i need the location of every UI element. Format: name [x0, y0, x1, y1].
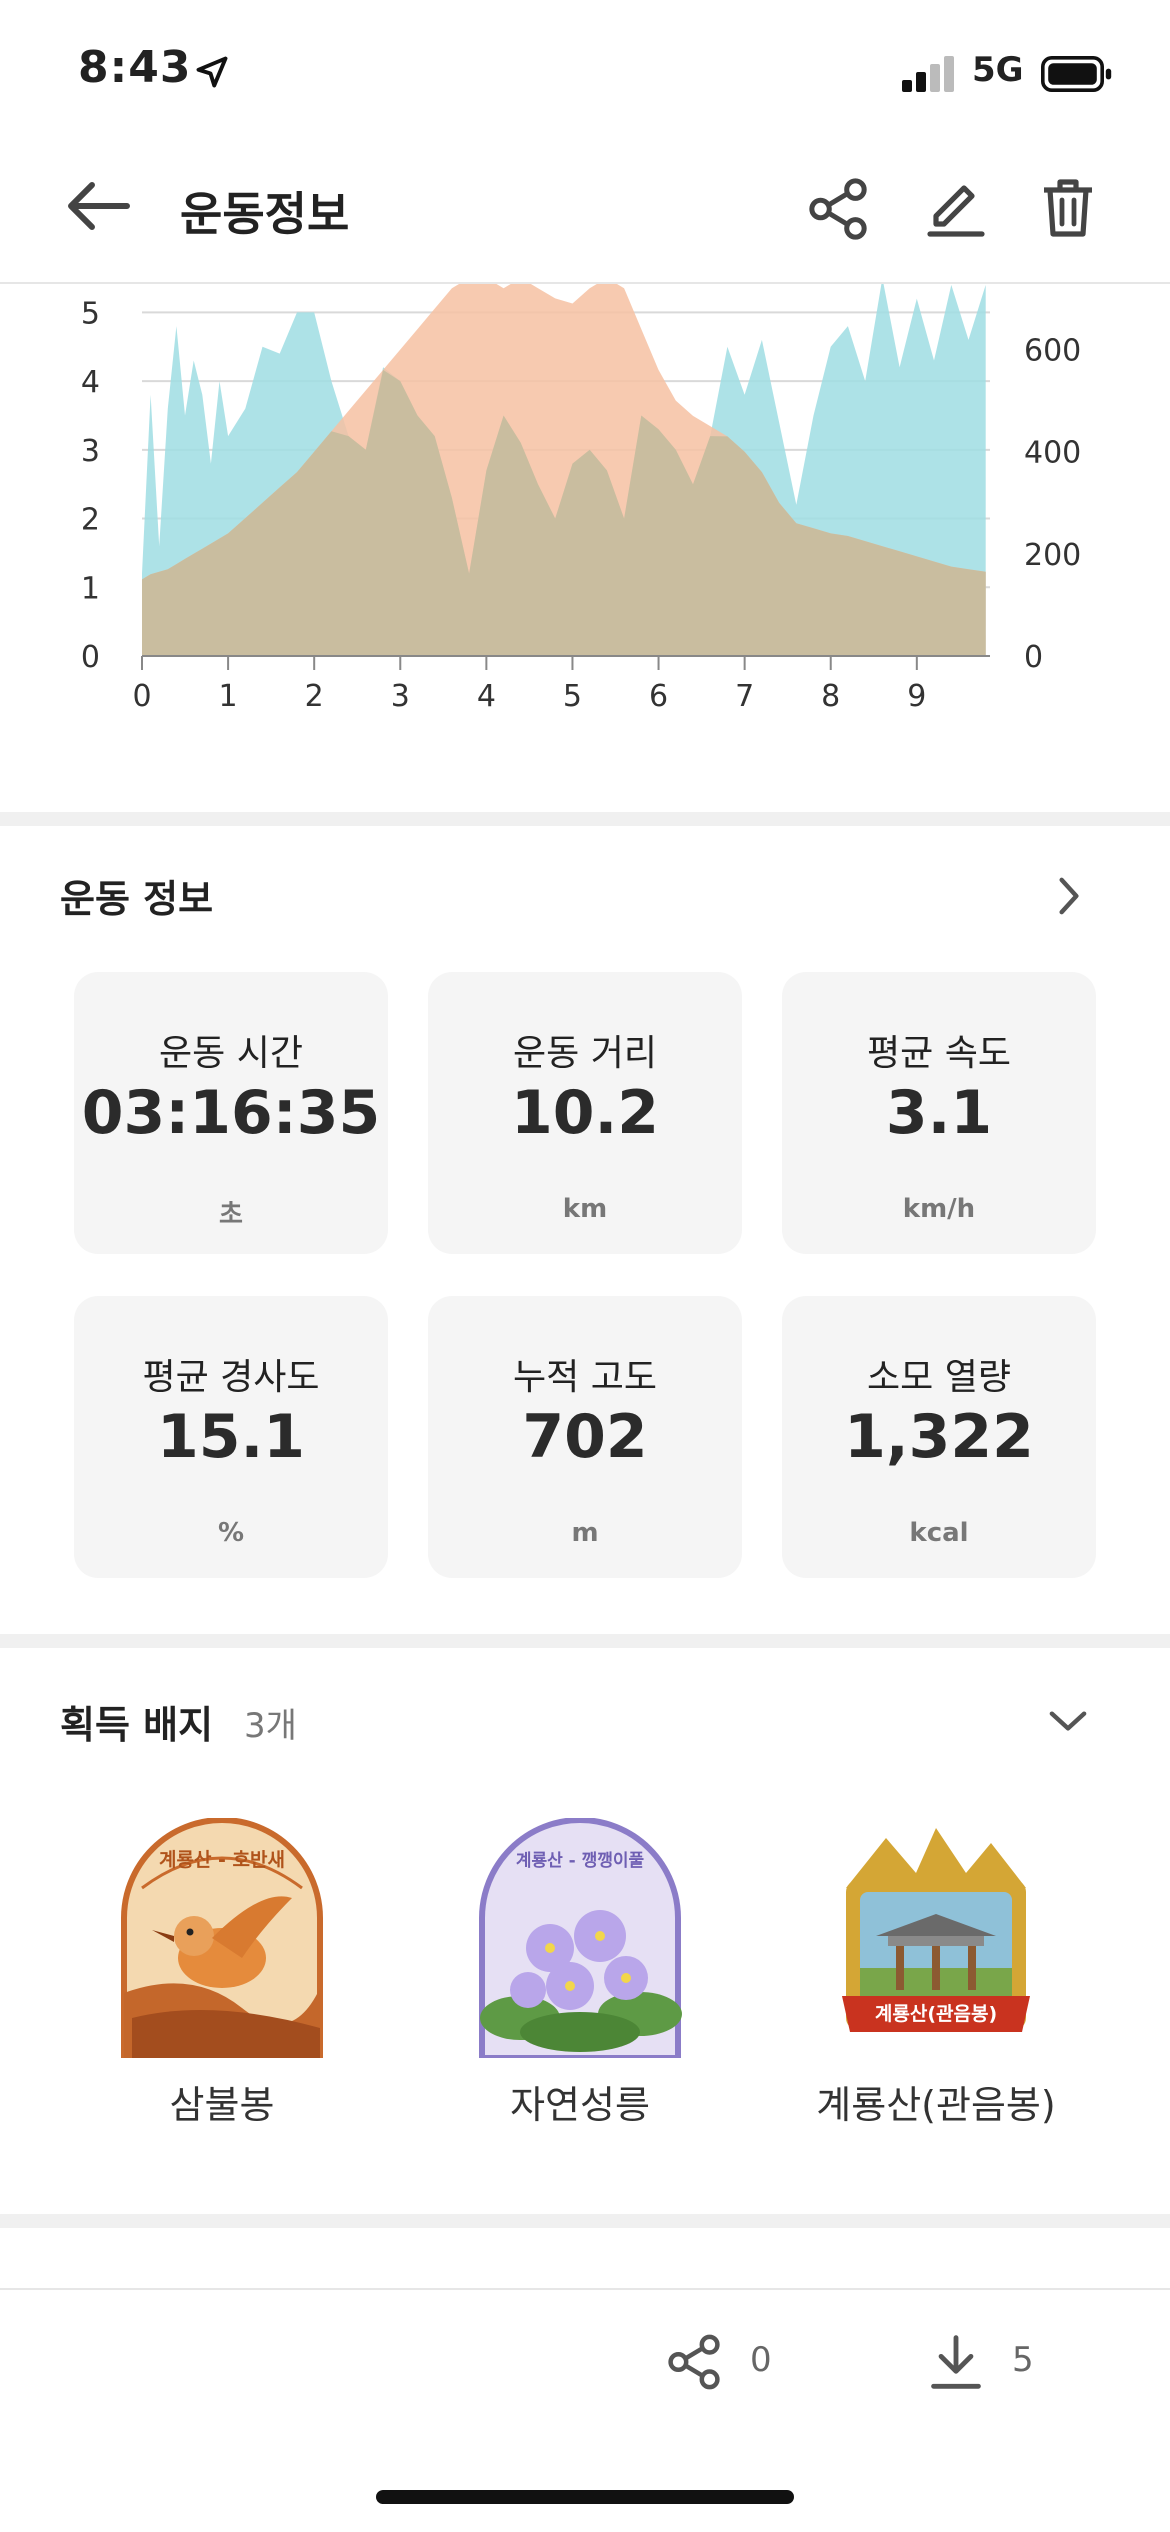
x-tick-label: 3: [391, 679, 410, 714]
pavilion-badge-icon: 계룡산(관음봉): [842, 1828, 1030, 2032]
battery-icon: [1041, 56, 1112, 92]
y-left-tick-label: 2: [81, 503, 100, 538]
y-left-tick-label: 5: [81, 296, 100, 331]
chart-svg: 0 1 2 3 4 5 6 7 8 9 0 1 2 3 4 5 0 200 400 600: [81, 284, 1081, 714]
status-bar: 8:43 5G: [0, 0, 1170, 150]
stat-card-distance: 운동 거리 10.2 km: [428, 972, 742, 1254]
x-tick-label: 1: [219, 679, 238, 714]
stat-value: 3.1: [885, 1078, 993, 1148]
elevation-speed-chart: 0 1 2 3 4 5 6 7 8 9 0 1 2 3 4 5 0 200 400 600: [0, 284, 1170, 804]
stat-unit: %: [217, 1518, 245, 1548]
location-arrow-icon: [196, 56, 228, 88]
kingfisher-badge-icon: 계룡산 - 호반새: [121, 1818, 323, 2058]
badge-name: 계룡산(관음봉): [816, 2083, 1056, 2127]
signal-icon: [902, 56, 954, 92]
badges-title: 획득 배지: [60, 1703, 214, 1747]
x-tick-label: 4: [477, 679, 496, 714]
share-count: 0: [750, 2340, 772, 2380]
y-left-tick-label: 3: [81, 434, 100, 469]
stat-label: 누적 고도: [513, 1357, 657, 1398]
x-tick-label: 8: [821, 679, 840, 714]
section-divider: [0, 1634, 1170, 1648]
share-icon[interactable]: [808, 178, 868, 240]
badge-name: 자연성릉: [510, 2083, 650, 2127]
stat-value: 03:16:35: [81, 1078, 381, 1148]
back-arrow-icon[interactable]: [64, 178, 134, 234]
badge-art-text: 계룡산(관음봉): [875, 2003, 997, 2025]
badge-item[interactable]: 계룡산 - 호반새 삼불봉: [92, 1818, 352, 2127]
stat-card-calories: 소모 열량 1,322 kcal: [782, 1296, 1096, 1578]
stat-card-avg-slope: 평균 경사도 15.1 %: [74, 1296, 388, 1578]
badge-item[interactable]: 계룡산(관음봉) 계룡산(관음봉): [806, 1818, 1066, 2127]
share-icon[interactable]: [668, 2334, 720, 2390]
status-time: 8:43: [78, 42, 192, 93]
stat-label: 평균 경사도: [142, 1357, 320, 1398]
stat-unit: km/h: [902, 1194, 976, 1224]
network-type: 5G: [972, 50, 1024, 90]
stat-value: 702: [522, 1402, 648, 1472]
stat-label: 운동 거리: [513, 1033, 657, 1074]
y-left-tick-label: 1: [81, 571, 100, 606]
stat-unit: kcal: [909, 1518, 969, 1548]
x-tick-label: 9: [907, 679, 926, 714]
x-tick-label: 7: [735, 679, 754, 714]
badge-name: 삼불봉: [169, 2083, 275, 2127]
x-tick-label: 2: [305, 679, 324, 714]
trash-icon[interactable]: [1038, 176, 1098, 240]
stat-unit: km: [562, 1194, 608, 1224]
edit-pencil-icon[interactable]: [924, 176, 988, 240]
badge-art-text: 계룡산 - 깽깽이풀: [516, 1851, 645, 1871]
download-icon[interactable]: [928, 2332, 984, 2392]
y-right-tick-label: 0: [1024, 640, 1043, 675]
stat-card-elevation-gain: 누적 고도 702 m: [428, 1296, 742, 1578]
badge-art-text: 계룡산 - 호반새: [159, 1849, 285, 1871]
violet-flower-badge-icon: 계룡산 - 깽깽이풀: [479, 1818, 682, 2058]
stat-label: 운동 시간: [159, 1033, 303, 1074]
chevron-right-icon[interactable]: [1054, 874, 1084, 918]
bottom-bar-divider: [0, 2288, 1170, 2290]
y-right-tick-label: 600: [1024, 334, 1081, 369]
workout-info-title: 운동 정보: [60, 877, 214, 921]
y-right-tick-label: 400: [1024, 436, 1081, 471]
stat-card-avg-speed: 평균 속도 3.1 km/h: [782, 972, 1096, 1254]
x-tick-label: 0: [132, 679, 151, 714]
stat-card-duration: 운동 시간 03:16:35 초: [74, 972, 388, 1254]
stat-unit: 초: [219, 1200, 243, 1230]
stat-value: 10.2: [510, 1078, 660, 1148]
download-count: 5: [1012, 2340, 1034, 2380]
page-title: 운동정보: [180, 187, 350, 241]
stat-label: 소모 열량: [867, 1357, 1011, 1398]
x-tick-label: 6: [649, 679, 668, 714]
stat-unit: m: [571, 1518, 599, 1548]
badges-count: 3개: [244, 1706, 297, 1746]
stat-value: 15.1: [156, 1402, 306, 1472]
chevron-down-icon[interactable]: [1046, 1706, 1090, 1736]
x-tick-label: 5: [563, 679, 582, 714]
y-right-tick-label: 200: [1024, 538, 1081, 573]
stat-value: 1,322: [844, 1402, 1034, 1472]
home-indicator: [376, 2490, 794, 2504]
section-divider: [0, 812, 1170, 826]
y-left-tick-label: 4: [81, 365, 100, 400]
stat-label: 평균 속도: [867, 1033, 1011, 1074]
badge-item[interactable]: 계룡산 - 깽깽이풀 자연성릉: [450, 1818, 710, 2127]
y-left-tick-label: 0: [81, 640, 100, 675]
section-divider: [0, 2214, 1170, 2228]
